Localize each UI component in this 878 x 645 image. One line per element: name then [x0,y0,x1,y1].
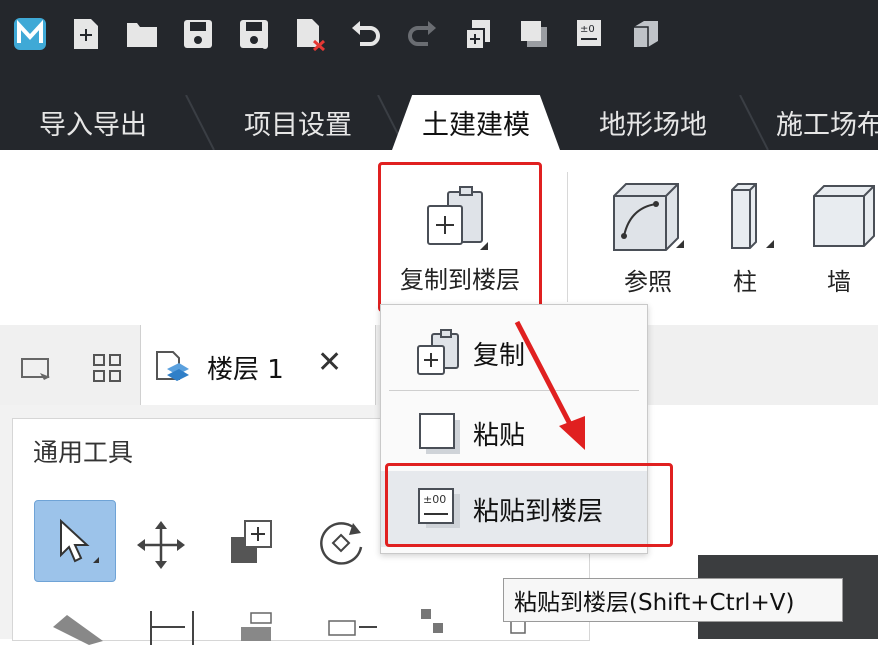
floor-tab[interactable]: 楼层 1 ✕ [140,325,376,405]
rotate-tool-icon[interactable] [313,517,369,573]
save-as-icon[interactable] [236,16,272,52]
annotation-arrow [514,320,585,450]
open-folder-icon[interactable] [124,16,160,52]
column-button[interactable]: 柱 [712,174,778,304]
ribbon-toolbar: 复制到楼层 参照 柱 墙 [0,150,878,320]
tab-terrain-site[interactable]: 地形场地 [574,95,732,150]
app-logo-icon[interactable] [12,16,48,52]
paste-icon [411,408,467,458]
reference-label: 参照 [624,268,672,296]
column-label: 柱 [733,268,757,296]
paste-to-floor-icon[interactable]: ±0 [572,16,608,52]
reference-icon [613,183,684,251]
ribbon-tab-bar: 导入导出 项目设置 土建建模 地形场地 施工场布 [0,95,878,150]
grid-view-icon[interactable] [90,351,124,385]
close-tab-icon[interactable]: ✕ [317,345,342,380]
title-bar: ±0 [0,0,878,95]
svg-text:±0: ±0 [580,24,595,35]
wall-icon [813,185,875,247]
cursor-arrow-icon [60,518,99,563]
ribbon-divider [567,172,568,302]
floor-document-icon [156,351,189,381]
tab-construction-layout[interactable]: 施工场布 [762,95,878,150]
tab-civil-modeling[interactable]: 土建建模 [392,95,560,150]
paste-to-floor-highlight [385,463,673,547]
monitor-switch-icon[interactable] [18,353,54,385]
redo-icon[interactable] [404,16,440,52]
save-icon[interactable] [180,16,216,52]
column-icon [731,183,774,249]
floor-tab-label: 楼层 1 [207,355,284,385]
tooltip: 粘贴到楼层(Shift+Ctrl+V) [503,578,843,622]
copy-tool-icon[interactable] [227,517,279,573]
new-file-icon[interactable] [68,16,104,52]
wall-label: 墙 [827,268,851,296]
close-file-icon[interactable] [292,16,328,52]
move-tool-icon[interactable] [135,519,187,575]
copy-icon [411,328,467,378]
reference-button[interactable]: 参照 [598,174,698,304]
select-tool-button[interactable] [34,500,116,582]
copy-to-floor-highlight [378,162,542,312]
undo-icon[interactable] [348,16,384,52]
copy-to-floor-icon[interactable] [460,16,496,52]
cube-icon[interactable] [628,16,664,52]
tab-import-export[interactable]: 导入导出 [0,95,186,150]
tab-project-settings[interactable]: 项目设置 [212,95,384,150]
copy-icon[interactable] [516,16,552,52]
tools-title: 通用工具 [33,438,134,467]
wall-button[interactable]: 墙 [800,174,878,304]
